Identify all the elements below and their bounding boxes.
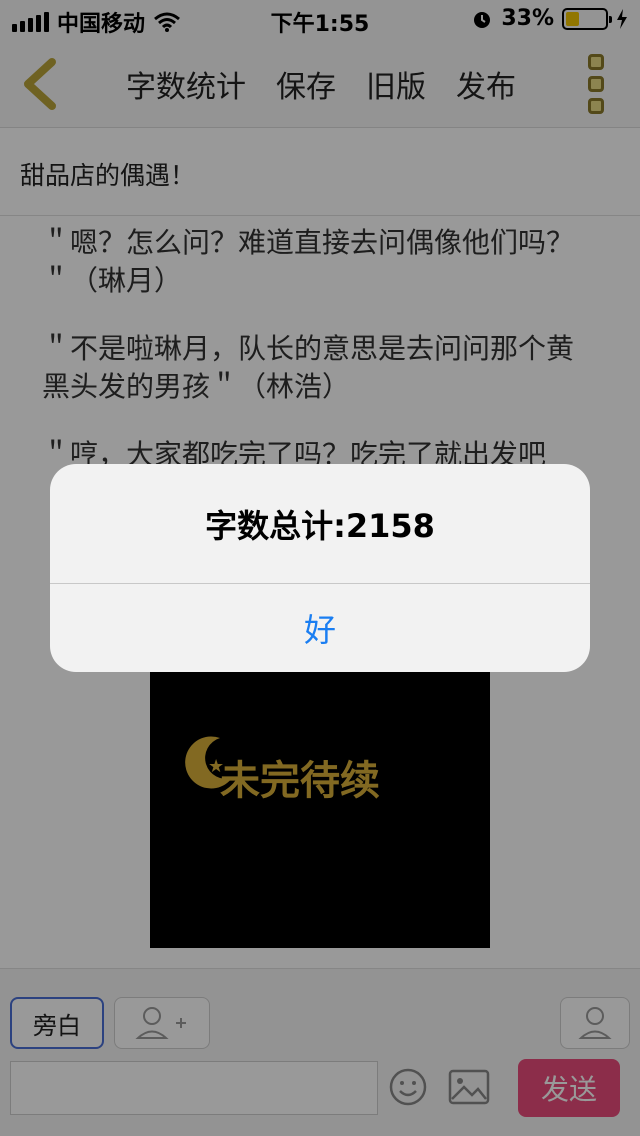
alert-ok-button[interactable]: 好 xyxy=(50,584,590,672)
word-count-alert: 字数总计:2158 好 xyxy=(50,464,590,672)
alert-title: 字数总计:2158 xyxy=(50,464,590,584)
